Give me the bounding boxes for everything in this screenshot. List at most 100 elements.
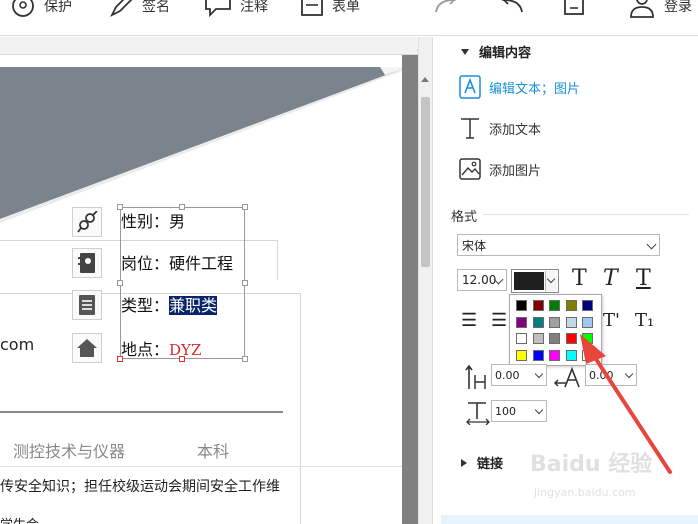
undo-button[interactable] [496,0,526,20]
watermark-brand: Baidu 经验 [530,452,653,477]
collapse-icon [461,48,469,55]
baidu-jingyan-watermark: Baidu 经验 jingyan.baidu.com [530,446,695,524]
format-label: 格式 [451,210,478,225]
edit-content-title: 编辑内容 [479,46,532,61]
edit-content-section-header[interactable]: 编辑内容 [461,42,531,61]
sign-label: 签名 [142,0,170,15]
save-button[interactable] [562,0,586,20]
char-spacing-select[interactable]: 0.00 [491,364,547,386]
scroll-thumb[interactable] [421,97,430,267]
gender-icon [72,207,102,237]
font-size-select[interactable]: 12.00 [457,269,507,291]
image-icon [459,158,481,180]
italic-text-button[interactable]: T [603,266,618,291]
document-list-icon [72,290,102,320]
protect-button[interactable]: 保护 [10,0,72,18]
resize-handle[interactable] [117,280,123,286]
bottom-text-fragment[interactable]: 学生会 [0,514,39,524]
link-section-title: 链接 [477,457,504,472]
protect-label: 保护 [44,0,72,15]
align-left-button[interactable]: ☰ [461,310,477,331]
color-swatch[interactable] [516,316,527,328]
text-selection-box[interactable] [117,204,248,362]
watermark-url: jingyan.baidu.com [534,486,636,499]
color-swatch[interactable] [565,316,577,328]
form-button[interactable]: 表单 [300,0,360,18]
table-line [300,293,301,524]
document-tab-strip [0,37,418,55]
section-divider [0,411,283,413]
color-swatch[interactable] [532,349,544,361]
comment-button[interactable]: 注释 [204,0,268,18]
char-spacing-icon [465,363,489,395]
document-viewport[interactable]: 性别：男 岗位：硬件工程 类型：兼职类 地点：DYZ com 测控技术与仪器 本… [0,37,418,524]
color-swatch[interactable] [549,316,560,328]
chevron-down-icon [534,369,544,379]
degree-text[interactable]: 本科 [197,438,229,462]
add-image-label: 添加图片 [489,163,542,179]
color-swatch[interactable] [516,349,527,361]
underline-text-button[interactable]: T [636,266,651,291]
duty-text[interactable]: 传安全知识；担任校级运动会期间安全工作维 [0,476,280,496]
font-family-select[interactable]: 宋体 [457,234,660,256]
resize-handle[interactable] [117,356,123,362]
color-swatch[interactable] [532,333,544,344]
resize-handle[interactable] [242,280,248,286]
edit-text-image-tool[interactable]: 编辑文本；图片 [459,73,580,101]
login-label: 登录 [664,0,692,15]
color-swatch[interactable] [549,349,560,361]
bold-text-button[interactable]: T [572,266,587,291]
vertical-scrollbar[interactable] [418,37,432,524]
major-text[interactable]: 测控技术与仪器 [13,438,125,462]
comment-label: 注释 [240,0,268,15]
table-line [0,466,402,467]
add-text-tool[interactable]: 添加文本 [459,114,541,142]
color-swatch[interactable] [532,300,544,311]
save-icon [564,0,584,15]
color-swatch[interactable] [549,333,560,344]
table-line [277,240,278,280]
add-text-label: 添加文本 [489,122,542,138]
scroll-up-arrow[interactable] [421,77,429,82]
resize-handle[interactable] [179,356,185,362]
current-color-fill [514,272,544,290]
resize-handle[interactable] [179,204,185,210]
contact-book-icon [72,248,102,278]
color-swatch[interactable] [516,333,527,344]
font-size-value: 12.00 [462,273,497,287]
redo-button[interactable] [432,0,462,20]
shield-icon [12,0,34,17]
form-icon [301,0,323,16]
main-toolbar: 保护 签名 注释 表单 登录 [0,0,698,36]
comment-icon [205,0,231,18]
login-button[interactable]: 登录 [628,0,692,18]
format-divider [483,214,689,215]
resize-handle[interactable] [242,356,248,362]
email-fragment[interactable]: com [0,335,34,354]
color-swatch[interactable] [582,316,593,328]
resume-page[interactable]: 性别：男 岗位：硬件工程 类型：兼职类 地点：DYZ com 测控技术与仪器 本… [0,55,402,524]
text-scale-icon [465,399,491,429]
text-scale-value: 100 [495,404,516,418]
resize-handle[interactable] [117,204,123,210]
subscript-button[interactable]: T₁ [635,310,654,331]
expand-icon [461,458,467,467]
color-swatch[interactable] [549,300,560,311]
redo-icon [435,0,457,13]
color-swatch[interactable] [582,300,593,311]
sign-button[interactable]: 签名 [108,0,170,18]
link-section-header[interactable]: 链接 [461,453,503,472]
align-center-button[interactable]: ☰ [491,310,507,331]
font-color-picker[interactable] [511,269,559,293]
chevron-down-icon [646,239,657,250]
pen-icon [109,0,133,18]
color-swatch[interactable] [516,300,527,311]
color-swatch[interactable] [532,316,544,328]
edit-text-image-label: 编辑文本；图片 [489,81,581,97]
color-dropdown-arrow[interactable] [545,271,557,291]
text-scale-select[interactable]: 100 [491,400,547,422]
superscript-button[interactable]: T' [603,310,620,331]
color-swatch[interactable] [565,300,577,311]
resize-handle[interactable] [242,204,248,210]
add-image-tool[interactable]: 添加图片 [459,155,541,183]
